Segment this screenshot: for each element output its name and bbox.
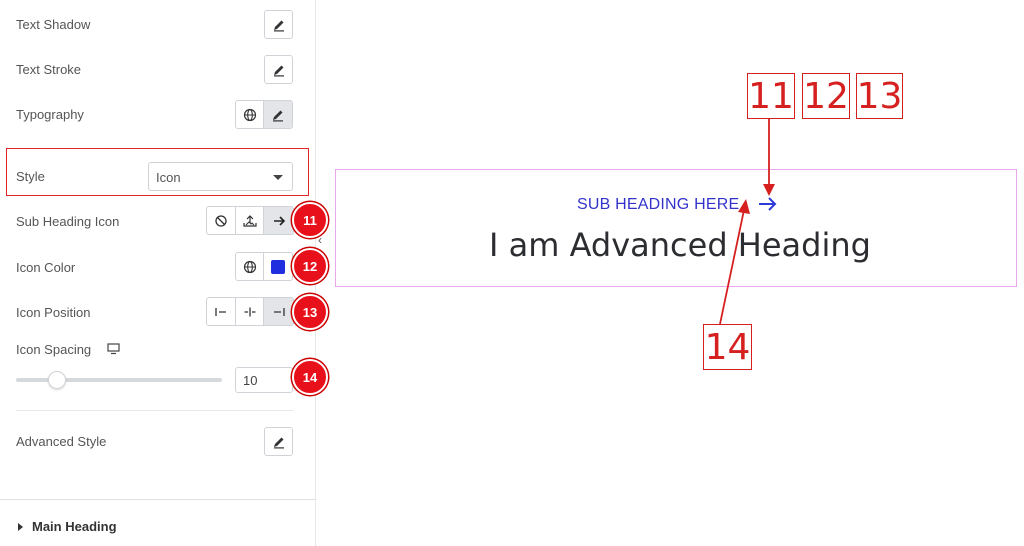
callout-arrows	[719, 119, 775, 325]
